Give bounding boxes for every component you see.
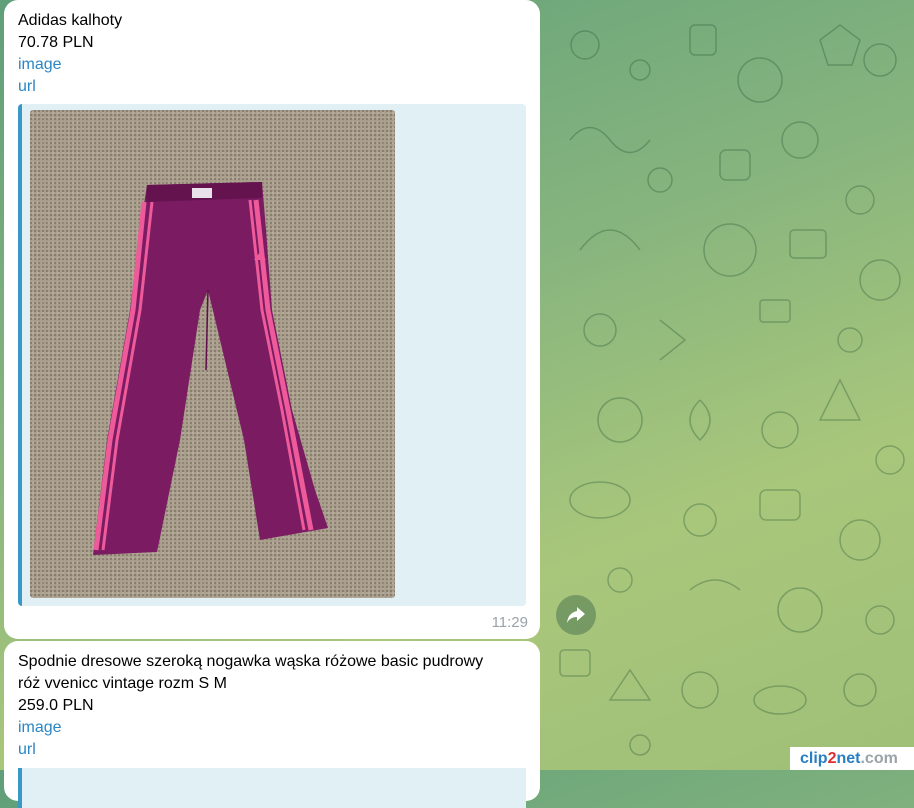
product-photo[interactable] bbox=[30, 110, 395, 598]
message-time: 11:29 bbox=[491, 614, 528, 631]
pants-image bbox=[93, 182, 328, 555]
listing-title-line2: róż vvenicc vintage rozm S M bbox=[18, 675, 227, 692]
message-bubble: Spodnie dresowe szeroką nogawka wąska ró… bbox=[4, 641, 540, 808]
clip2net-watermark: clip2net.com bbox=[790, 747, 914, 770]
image-link[interactable]: image bbox=[18, 54, 62, 76]
listing-price: 70.78 PLN bbox=[18, 34, 94, 51]
listing-title: Adidas kalhoty bbox=[18, 12, 123, 29]
link-preview[interactable] bbox=[18, 768, 526, 808]
listing-price: 259.0 PLN bbox=[18, 697, 94, 714]
url-link[interactable]: url bbox=[18, 76, 36, 98]
message-bubble: Adidas kalhoty 70.78 PLN image url 11:29 bbox=[4, 0, 540, 639]
watermark-part: .com bbox=[860, 750, 898, 767]
share-button[interactable] bbox=[556, 595, 596, 635]
share-arrow-icon bbox=[567, 607, 585, 623]
url-link[interactable]: url bbox=[18, 739, 36, 761]
watermark-part: clip bbox=[800, 750, 828, 767]
listing-title-line1: Spodnie dresowe szeroką nogawka wąska ró… bbox=[18, 653, 484, 670]
image-link[interactable]: image bbox=[18, 717, 62, 739]
watermark-part: net bbox=[836, 750, 861, 767]
link-preview[interactable] bbox=[18, 104, 526, 606]
